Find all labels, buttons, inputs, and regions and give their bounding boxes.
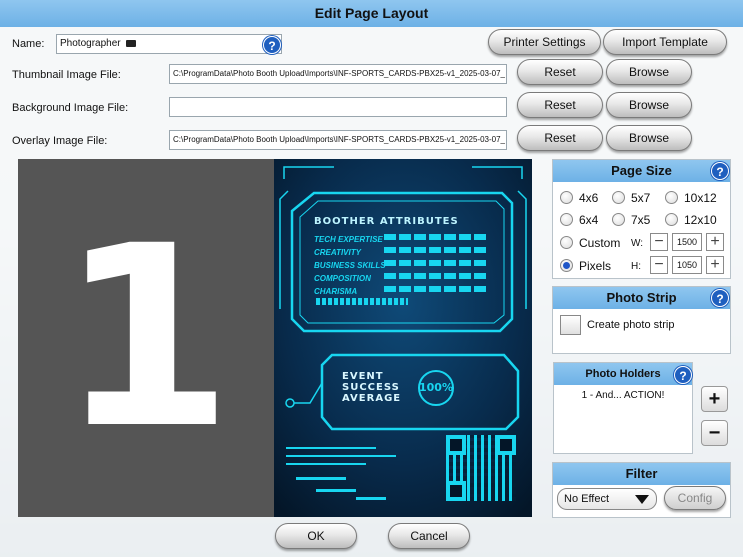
width-increment-button[interactable]: + xyxy=(706,233,724,251)
height-decrement-button[interactable]: − xyxy=(650,256,668,274)
cancel-button[interactable]: Cancel xyxy=(388,523,470,549)
attribute-row: COMPOSITION xyxy=(314,270,514,283)
attribute-bar xyxy=(384,234,488,240)
event-success-label: EVENT SUCCESS AVERAGE xyxy=(342,371,401,404)
thumbnail-file-field[interactable]: C:\ProgramData\Photo Booth Upload\Import… xyxy=(169,64,507,84)
background-label: Background Image File: xyxy=(12,102,129,114)
background-file-field[interactable] xyxy=(169,97,507,117)
page-size-panel: Page Size ? 4x6 5x7 10x12 6x4 7x5 12x10 … xyxy=(552,159,731,279)
filter-selected-value: No Effect xyxy=(564,493,610,505)
attribute-label: TECH EXPERTISE xyxy=(314,235,383,244)
add-holder-button[interactable]: + xyxy=(701,386,728,412)
attribute-row: CREATIVITY xyxy=(314,244,514,257)
radio-6x4[interactable] xyxy=(560,213,573,226)
window-title: Edit Page Layout xyxy=(0,0,743,27)
filter-panel: Filter No Effect Config xyxy=(552,462,731,518)
background-reset-button[interactable]: Reset xyxy=(517,92,603,118)
chevron-down-icon xyxy=(635,495,649,504)
radio-5x7-label: 5x7 xyxy=(631,191,651,205)
photo-strip-panel: Photo Strip ? Create photo strip xyxy=(552,286,731,354)
camera-icon xyxy=(126,39,137,47)
radio-pixels[interactable] xyxy=(560,259,573,272)
overlay-reset-button[interactable]: Reset xyxy=(517,125,603,151)
import-template-button[interactable]: Import Template xyxy=(603,29,727,55)
photo-strip-title: Photo Strip xyxy=(553,287,730,309)
radio-7x5[interactable] xyxy=(612,213,625,226)
decorative-speed-lines xyxy=(286,445,426,505)
radio-4x6-label: 4x6 xyxy=(579,191,599,205)
overlay-label: Overlay Image File: xyxy=(12,135,108,147)
photo-strip-help-icon[interactable]: ? xyxy=(711,289,729,307)
radio-10x12-label: 10x12 xyxy=(684,191,717,205)
filter-select[interactable]: No Effect xyxy=(557,488,657,510)
create-photo-strip-checkbox[interactable] xyxy=(560,315,581,335)
attribute-row: BUSINESS SKILLS xyxy=(314,257,514,270)
attribute-bar xyxy=(384,247,488,253)
attribute-list: TECH EXPERTISE CREATIVITY BUSINESS SKILL… xyxy=(314,231,514,296)
card-divider-bar xyxy=(316,298,408,305)
attribute-label: CHARISMA xyxy=(314,287,358,296)
radio-12x10[interactable] xyxy=(665,213,678,226)
photo-holders-help-icon[interactable]: ? xyxy=(674,366,692,384)
layout-preview-placeholder: 1 xyxy=(18,159,274,517)
overlay-file-field[interactable]: C:\ProgramData\Photo Booth Upload\Import… xyxy=(169,130,507,150)
height-field[interactable]: 1050 xyxy=(672,256,702,274)
name-help-icon[interactable]: ? xyxy=(263,36,281,54)
radio-7x5-label: 7x5 xyxy=(631,213,651,227)
radio-custom[interactable] xyxy=(560,236,573,249)
thumbnail-reset-button[interactable]: Reset xyxy=(517,59,603,85)
thumbnail-label: Thumbnail Image File: xyxy=(12,69,121,81)
create-photo-strip-label: Create photo strip xyxy=(587,319,675,331)
event-percent: 100% xyxy=(419,381,453,394)
name-field[interactable]: Photographer xyxy=(56,34,282,54)
event-line: AVERAGE xyxy=(342,393,402,404)
attribute-label: BUSINESS SKILLS xyxy=(314,261,386,270)
attribute-label: COMPOSITION xyxy=(314,274,371,283)
radio-6x4-label: 6x4 xyxy=(579,213,599,227)
remove-holder-button[interactable]: − xyxy=(701,420,728,446)
radio-4x6[interactable] xyxy=(560,191,573,204)
page-size-help-icon[interactable]: ? xyxy=(711,162,729,180)
radio-pixels-label: Pixels xyxy=(579,259,612,273)
overlay-preview: BOOTHER ATTRIBUTES TECH EXPERTISE CREATI… xyxy=(274,159,532,517)
card-heading: BOOTHER ATTRIBUTES xyxy=(314,216,459,227)
qr-code-icon xyxy=(446,435,516,501)
background-browse-button[interactable]: Browse xyxy=(606,92,692,118)
filter-title: Filter xyxy=(553,463,730,485)
attribute-bar xyxy=(384,260,488,266)
thumbnail-browse-button[interactable]: Browse xyxy=(606,59,692,85)
radio-custom-label: Custom xyxy=(579,236,621,250)
attribute-row: CHARISMA xyxy=(314,283,514,296)
radio-12x10-label: 12x10 xyxy=(684,213,717,227)
attribute-row: TECH EXPERTISE xyxy=(314,231,514,244)
name-label: Name: xyxy=(12,38,45,50)
ok-button[interactable]: OK xyxy=(275,523,357,549)
filter-config-button[interactable]: Config xyxy=(664,486,726,510)
name-value: Photographer xyxy=(60,38,121,49)
attribute-bar xyxy=(384,286,488,292)
width-decrement-button[interactable]: − xyxy=(650,233,668,251)
attribute-label: CREATIVITY xyxy=(314,248,361,257)
photo-holders-title: Photo Holders xyxy=(554,363,692,385)
radio-10x12[interactable] xyxy=(665,191,678,204)
overlay-browse-button[interactable]: Browse xyxy=(606,125,692,151)
photo-holder-item[interactable]: 1 - And... ACTION! xyxy=(554,390,692,401)
printer-settings-button[interactable]: Printer Settings xyxy=(488,29,601,55)
radio-5x7[interactable] xyxy=(612,191,625,204)
attribute-bar xyxy=(384,273,488,279)
photo-holders-panel: Photo Holders ? 1 - And... ACTION! xyxy=(553,362,693,454)
photo-holder-number: 1 xyxy=(59,192,233,483)
event-line: SUCCESS xyxy=(342,382,400,393)
width-label: W: xyxy=(631,238,644,249)
height-increment-button[interactable]: + xyxy=(706,256,724,274)
width-field[interactable]: 1500 xyxy=(672,233,702,251)
page-size-title: Page Size xyxy=(553,160,730,182)
event-line: EVENT xyxy=(342,371,384,382)
height-label: H: xyxy=(631,261,641,272)
